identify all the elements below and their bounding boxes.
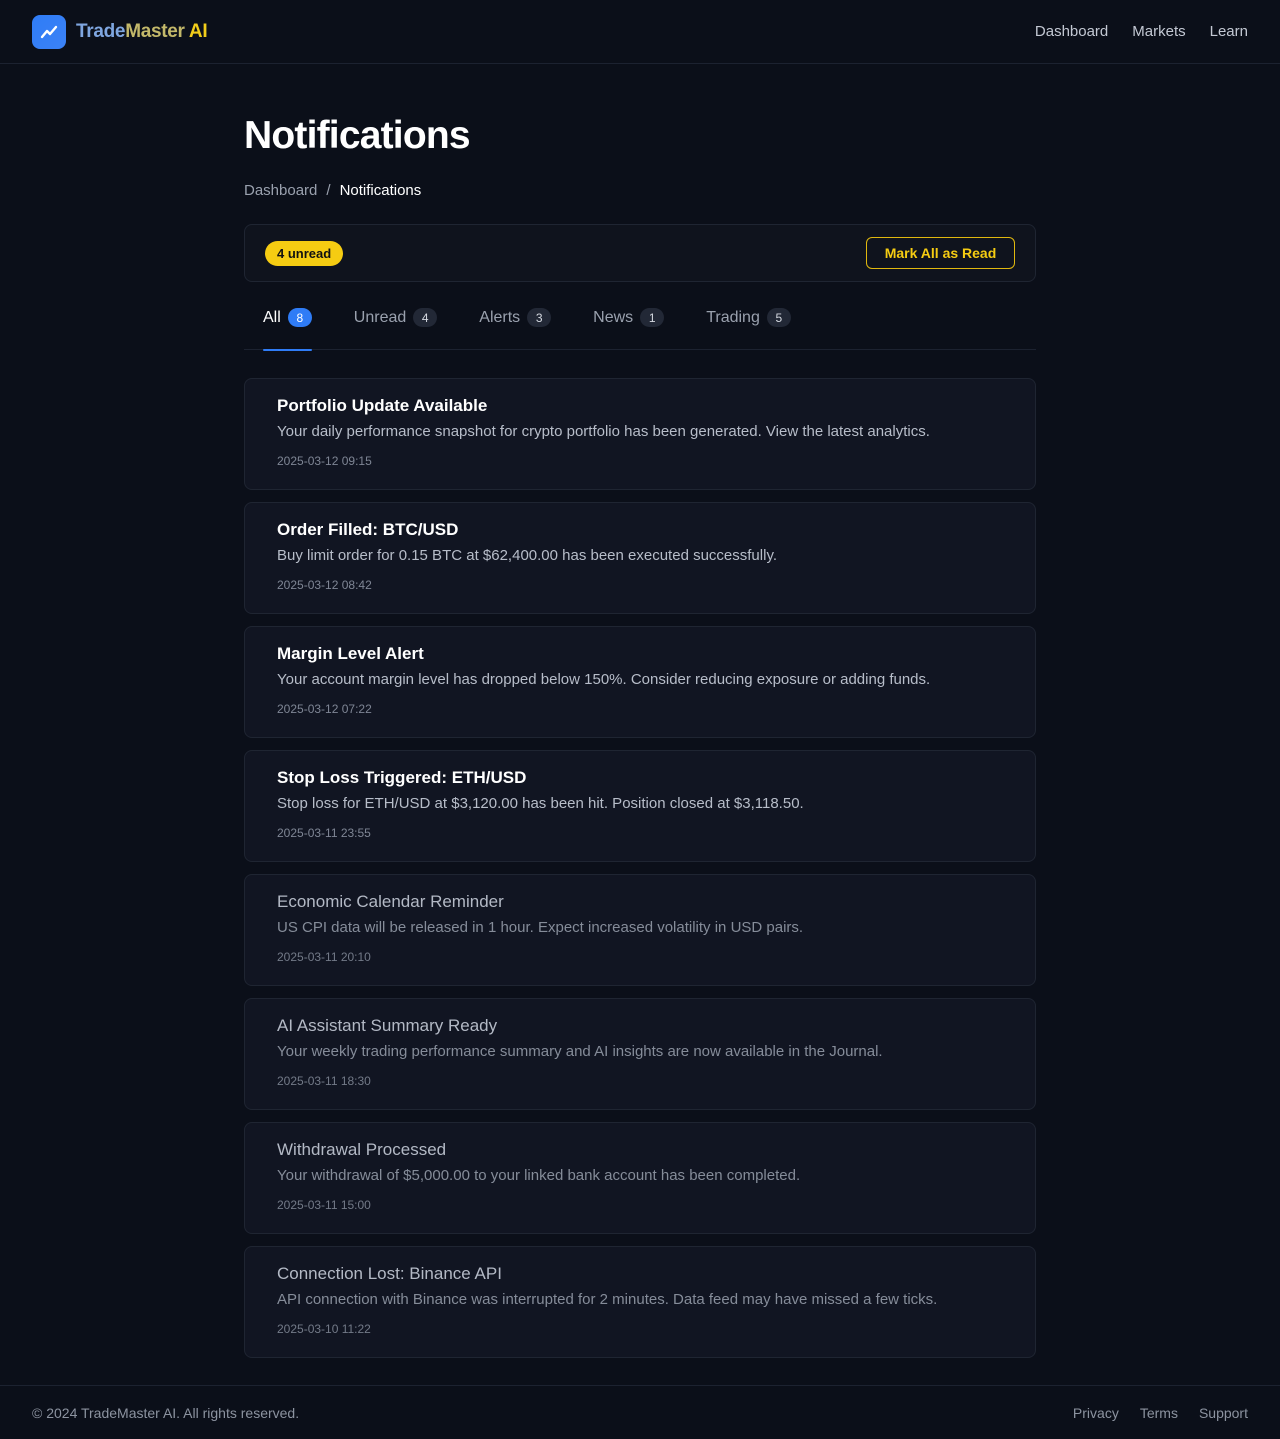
top-navbar: TradeMaster AI Dashboard Markets Learn [0, 0, 1280, 64]
notification-title: Order Filled: BTC/USD [277, 520, 459, 539]
tab-count-badge: 8 [287, 308, 312, 327]
notification-card[interactable]: Stop Loss Triggered: ETH/USD Stop loss f… [244, 750, 1036, 862]
notification-body: US CPI data will be released in 1 hour. … [277, 919, 804, 936]
notification-timestamp: 2025-03-10 11:22 [277, 1322, 371, 1336]
notification-card[interactable]: Withdrawal Processed Your withdrawal of … [244, 1122, 1036, 1234]
page-footer: © 2024 TradeMaster AI. All rights reserv… [0, 1385, 1280, 1439]
tab-alerts[interactable]: Alerts 3 [479, 306, 552, 350]
notification-card[interactable]: Portfolio Update Available Your daily pe… [244, 378, 1036, 490]
tab-trading[interactable]: Trading 5 [706, 306, 791, 350]
notification-title: AI Assistant Summary Ready [277, 1016, 498, 1035]
brand-name-part: Master [125, 20, 185, 42]
tab-label: News [593, 308, 634, 326]
notification-card[interactable]: AI Assistant Summary Ready Your weekly t… [244, 998, 1036, 1110]
footer-link-support[interactable]: Support [1199, 1405, 1248, 1421]
notification-title: Portfolio Update Available [277, 396, 488, 415]
notification-timestamp: 2025-03-12 09:15 [277, 454, 372, 468]
breadcrumb-separator: / [326, 182, 331, 199]
nav-link-dashboard[interactable]: Dashboard [1035, 23, 1108, 40]
tab-label: Unread [353, 308, 407, 326]
notification-timestamp: 2025-03-11 20:10 [277, 950, 371, 964]
notification-title: Withdrawal Processed [277, 1140, 447, 1159]
notification-title: Margin Level Alert [277, 644, 424, 663]
tab-count-badge: 4 [413, 308, 438, 327]
tab-count-badge: 1 [640, 308, 665, 327]
brand-name: TradeMaster AI [76, 20, 208, 43]
notification-body: Buy limit order for 0.15 BTC at $62,400.… [277, 547, 777, 564]
trending-up-icon [32, 14, 66, 49]
page-title: Notifications [244, 114, 471, 157]
notification-timestamp: 2025-03-11 23:55 [277, 826, 371, 840]
tab-label: Trading [706, 308, 760, 326]
notification-body: Stop loss for ETH/USD at $3,120.00 has b… [277, 795, 804, 812]
tab-label: Alerts [479, 308, 521, 326]
notification-body: Your account margin level has dropped be… [277, 671, 931, 688]
brand[interactable]: TradeMaster AI [32, 14, 208, 49]
notification-body: Your withdrawal of $5,000.00 to your lin… [277, 1167, 801, 1184]
main-content: Notifications Dashboard / Notifications … [244, 64, 1036, 1358]
copyright-text: © 2024 TradeMaster AI. All rights reserv… [32, 1404, 300, 1421]
tab-label: All [263, 308, 281, 326]
brand-name-part: AI [184, 20, 208, 42]
nav-link-learn[interactable]: Learn [1210, 23, 1248, 40]
breadcrumb-current: Notifications [339, 182, 422, 199]
footer-link-privacy[interactable]: Privacy [1073, 1405, 1119, 1421]
notification-timestamp: 2025-03-11 15:00 [277, 1198, 371, 1212]
tab-count-badge: 5 [766, 308, 791, 327]
notification-tabs: All 8 Unread 4 Alerts 3 News 1 Trading 5 [244, 306, 1036, 351]
notification-title: Economic Calendar Reminder [277, 892, 504, 911]
notification-summary-bar: 4 unread Mark All as Read [244, 224, 1036, 282]
footer-links: Privacy Terms Support [1073, 1405, 1248, 1421]
footer-link-terms[interactable]: Terms [1140, 1405, 1178, 1421]
breadcrumb-dashboard[interactable]: Dashboard [244, 182, 317, 199]
tab-all[interactable]: All 8 [263, 306, 312, 351]
notification-body: Your daily performance snapshot for cryp… [277, 423, 930, 440]
notification-body: API connection with Binance was interrup… [277, 1291, 938, 1308]
notification-title: Connection Lost: Binance API [277, 1264, 502, 1283]
notification-card[interactable]: Connection Lost: Binance API API connect… [244, 1246, 1036, 1358]
tab-news[interactable]: News 1 [593, 306, 665, 350]
notification-timestamp: 2025-03-12 07:22 [277, 702, 372, 716]
notification-body: Your weekly trading performance summary … [277, 1043, 883, 1060]
notification-card[interactable]: Order Filled: BTC/USD Buy limit order fo… [244, 502, 1036, 614]
brand-name-part: Trade [76, 20, 126, 42]
notification-timestamp: 2025-03-12 08:42 [277, 578, 372, 592]
nav-link-markets[interactable]: Markets [1132, 23, 1185, 40]
notification-timestamp: 2025-03-11 18:30 [277, 1074, 371, 1088]
unread-count-badge: 4 unread [265, 240, 344, 266]
mark-all-read-button[interactable]: Mark All as Read [866, 237, 1015, 269]
tab-unread[interactable]: Unread 4 [353, 306, 438, 350]
notification-title: Stop Loss Triggered: ETH/USD [277, 768, 527, 787]
tab-count-badge: 3 [527, 308, 552, 327]
notification-card[interactable]: Margin Level Alert Your account margin l… [244, 626, 1036, 738]
notification-card[interactable]: Economic Calendar Reminder US CPI data w… [244, 874, 1036, 986]
main-nav: Dashboard Markets Learn [1035, 23, 1248, 40]
breadcrumb: Dashboard / Notifications [244, 182, 1036, 199]
notification-list: Portfolio Update Available Your daily pe… [244, 378, 1036, 1358]
